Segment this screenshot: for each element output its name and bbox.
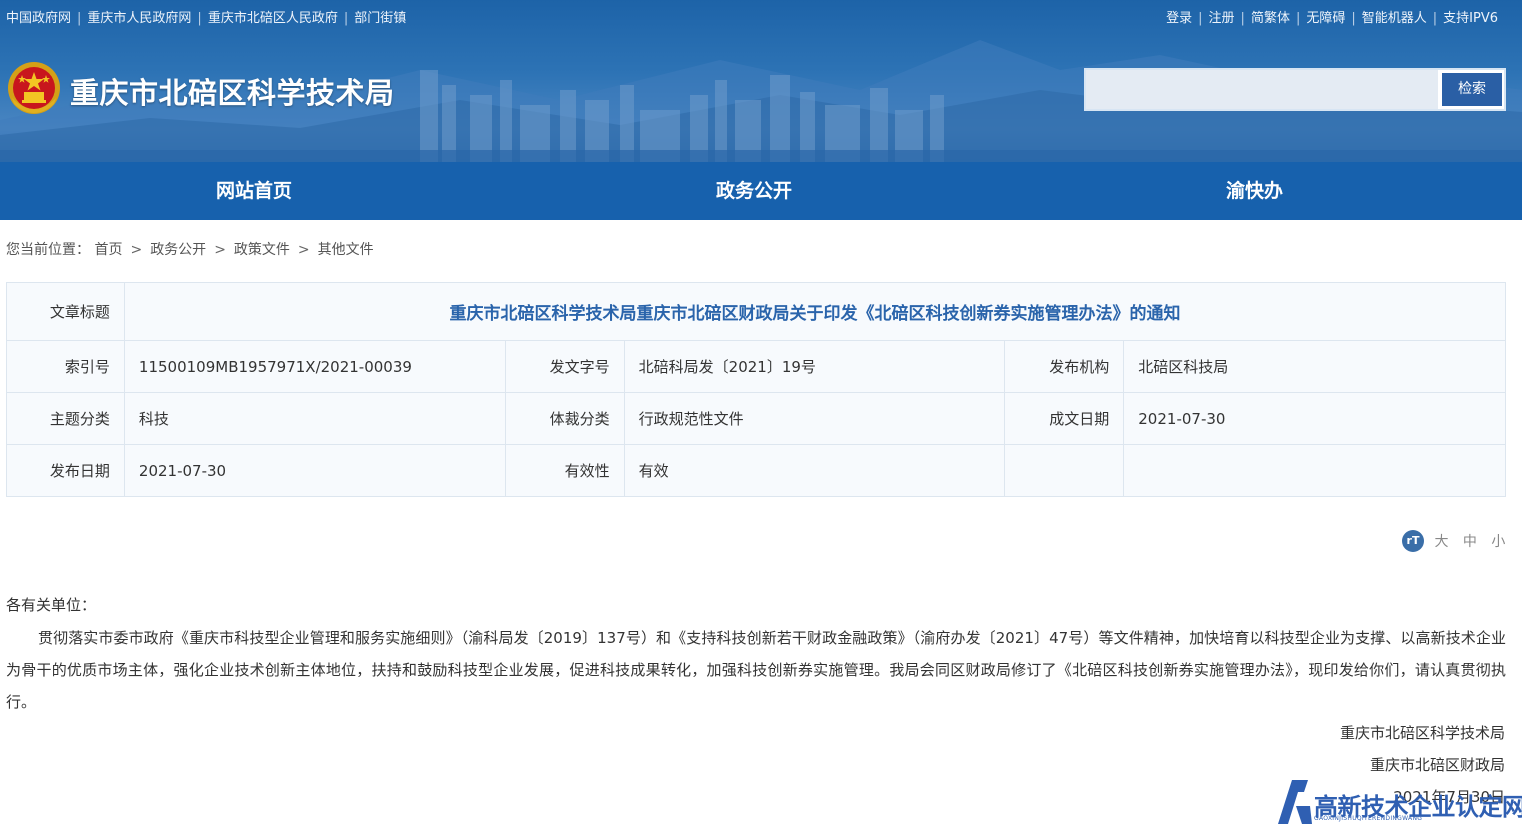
table-row: 主题分类 科技 体裁分类 行政规范性文件 成文日期 2021-07-30 [6, 392, 1506, 445]
robot-link[interactable]: 智能机器人 [1362, 11, 1427, 26]
index-value: 11500109MB1957971X/2021-00039 [123, 340, 506, 393]
article-title: 重庆市北碚区科学技术局重庆市北碚区财政局关于印发《北碚区科技创新券实施管理办法》… [123, 282, 1507, 341]
org-value: 北碚区科技局 [1123, 340, 1506, 393]
font-size-icon: rT [1402, 530, 1424, 552]
watermark-subtext: GAOXINJISHUQIYERENDINGWANG [1314, 815, 1423, 822]
nav-gov-affairs[interactable]: 政务公开 [716, 162, 792, 220]
written-date-value: 2021-07-30 [1123, 392, 1506, 445]
table-row: 索引号 11500109MB1957971X/2021-00039 发文字号 北… [6, 340, 1506, 393]
written-date-label: 成文日期 [1004, 392, 1125, 445]
font-medium-button[interactable]: 中 [1463, 534, 1477, 550]
docno-label: 发文字号 [504, 340, 625, 393]
topic-label: 主题分类 [6, 392, 125, 445]
signature-sci-bureau: 重庆市北碚区科学技术局 [1339, 724, 1505, 742]
link-china-gov[interactable]: 中国政府网 [6, 11, 71, 26]
search-box: 检索 [1084, 68, 1506, 111]
body-paragraph: 贯彻落实市委市政府《重庆市科技型企业管理和服务实施细则》（渝科局发〔2019〕1… [6, 629, 1506, 711]
simp-trad-link[interactable]: 简繁体 [1251, 11, 1290, 26]
top-links-bar: 中国政府网 | 重庆市人民政府网 | 重庆市北碚区人民政府 | 部门街镇 登录 | 注册 | 简繁体… [0, 0, 1522, 30]
nav-yukuaiban[interactable]: 渝快办 [1226, 162, 1283, 220]
index-label: 索引号 [6, 340, 125, 393]
nav-home[interactable]: 网站首页 [216, 162, 292, 220]
greeting: 各有关单位： [6, 596, 97, 614]
table-row: 发布日期 2021-07-30 有效性 有效 [6, 444, 1506, 497]
docno-value: 北碚科局发〔2021〕19号 [623, 340, 1006, 393]
login-link[interactable]: 登录 [1166, 11, 1192, 26]
main-nav: 网站首页 政务公开 渝快办 [0, 162, 1522, 220]
pub-date-label: 发布日期 [6, 444, 125, 497]
breadcrumb: 您当前位置： 首页 > 政务公开 > 政策文件 > 其他文件 [6, 242, 374, 258]
user-links: 登录 | 注册 | 简繁体 | 无障碍 | 智能机器人 | 支持IPV6 [1166, 11, 1498, 26]
signature-finance-bureau: 重庆市北碚区财政局 [1369, 756, 1505, 774]
ipv6-link[interactable]: 支持IPV6 [1443, 11, 1498, 26]
document-info-table: 文章标题 重庆市北碚区科学技术局重庆市北碚区财政局关于印发《北碚区科技创新券实施… [6, 282, 1507, 497]
pub-date-value: 2021-07-30 [123, 444, 506, 497]
font-size-control: rT 大 中 小 [1402, 530, 1505, 552]
breadcrumb-gov-affairs[interactable]: 政务公开 [150, 242, 206, 258]
breadcrumb-prefix: 您当前位置： [6, 242, 90, 258]
breadcrumb-home[interactable]: 首页 [94, 242, 122, 258]
gov-links: 中国政府网 | 重庆市人民政府网 | 重庆市北碚区人民政府 | 部门街镇 [6, 11, 407, 26]
genre-label: 体裁分类 [504, 392, 625, 445]
topic-value: 科技 [123, 392, 506, 445]
header-banner: 中国政府网 | 重庆市人民政府网 | 重庆市北碚区人民政府 | 部门街镇 登录 | 注册 | 简繁体… [0, 0, 1522, 162]
breadcrumb-other-docs[interactable]: 其他文件 [318, 242, 374, 258]
link-beibei-gov[interactable]: 重庆市北碚区人民政府 [208, 11, 338, 26]
table-row: 文章标题 重庆市北碚区科学技术局重庆市北碚区财政局关于印发《北碚区科技创新券实施… [6, 282, 1507, 341]
org-label: 发布机构 [1004, 340, 1125, 393]
register-link[interactable]: 注册 [1209, 11, 1235, 26]
search-input[interactable] [1086, 70, 1438, 109]
accessibility-link[interactable]: 无障碍 [1306, 11, 1345, 26]
link-departments[interactable]: 部门街镇 [354, 11, 406, 26]
empty-cell [1004, 444, 1125, 497]
font-large-button[interactable]: 大 [1434, 534, 1448, 550]
site-title: 重庆市北碚区科学技术局 [70, 76, 395, 110]
validity-label: 有效性 [504, 444, 625, 497]
genre-value: 行政规范性文件 [623, 392, 1006, 445]
title-label: 文章标题 [6, 282, 125, 341]
validity-value: 有效 [623, 444, 1006, 497]
national-emblem-icon [8, 62, 60, 114]
empty-cell [1123, 444, 1506, 497]
search-button[interactable]: 检索 [1442, 73, 1502, 106]
breadcrumb-policy-docs[interactable]: 政策文件 [234, 242, 290, 258]
font-small-button[interactable]: 小 [1491, 534, 1505, 550]
link-chongqing-gov[interactable]: 重庆市人民政府网 [87, 11, 191, 26]
